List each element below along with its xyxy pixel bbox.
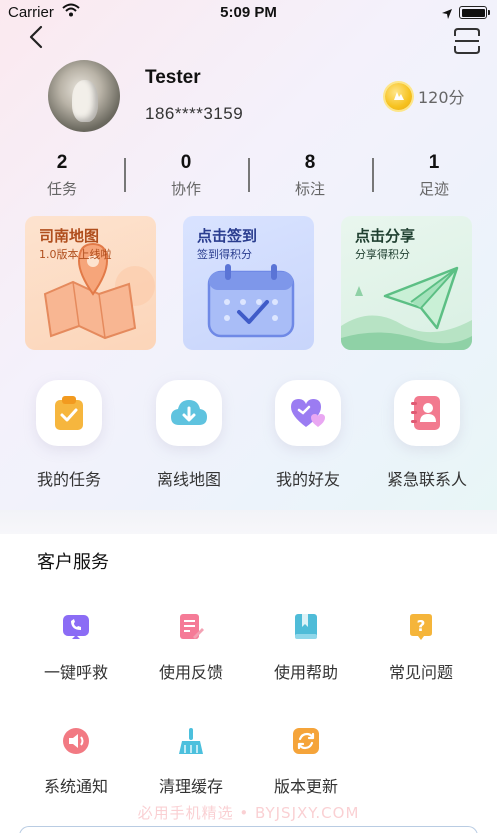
svc-faq[interactable]: ? 常见问题 [364,612,478,683]
broom-icon [176,726,206,756]
watermark: 必用手机精选 • BYJSJXY.COM [137,804,360,822]
stat-value: 0 [180,152,192,173]
service-label: 常见问题 [388,663,453,682]
cloud-download-icon [156,380,222,446]
quick-my-tasks[interactable]: 我的任务 [13,380,125,490]
battery-icon [459,6,490,19]
card-subtitle: 签到得积分 [197,248,252,261]
quick-label: 紧急联系人 [386,470,467,489]
card-subtitle: 1.0版本上线啦 [39,248,112,261]
svc-version-update[interactable]: 版本更新 [249,726,363,797]
phone-icon [61,612,91,642]
heart-icon [275,380,341,446]
quick-label: 离线地图 [156,470,221,489]
refresh-icon [291,726,321,756]
service-label: 版本更新 [273,777,338,796]
checkin-card[interactable]: 点击签到 签到得积分 [183,216,314,350]
svc-system-notice[interactable]: 系统通知 [19,726,133,797]
card-subtitle: 分享得积分 [355,248,410,261]
speaker-icon [61,726,91,756]
service-label: 清理缓存 [158,777,223,796]
contact-book-icon [394,380,460,446]
stat-label: 任务 [46,180,77,198]
card-title: 司南地图 [39,227,100,245]
points-badge[interactable]: 120分 [385,82,465,110]
stat-marks[interactable]: 8 标注 [248,152,372,199]
section-divider [0,510,497,534]
clipboard-icon [36,380,102,446]
location-arrow-icon [441,6,453,24]
clock: 5:09 PM [220,4,277,21]
stat-value: 2 [56,152,68,173]
quick-label: 我的任务 [36,470,101,489]
svc-emergency-call[interactable]: 一键呼救 [19,612,133,683]
service-label: 系统通知 [43,777,108,796]
stat-tasks[interactable]: 2 任务 [0,152,124,199]
card-title: 点击签到 [197,227,258,245]
stats-row: 2 任务 0 协作 8 标注 1 足迹 [0,152,497,202]
stat-value: 8 [304,152,316,173]
stat-collab[interactable]: 0 协作 [124,152,248,199]
quick-label: 我的好友 [275,470,340,489]
stat-label: 足迹 [418,180,449,198]
service-label: 使用反馈 [158,663,223,682]
svg-text:?: ? [417,617,426,635]
points-value: 120分 [418,88,465,107]
service-label: 一键呼救 [43,663,108,682]
coin-icon [385,82,412,110]
share-card[interactable]: 点击分享 分享得积分 [341,216,472,350]
feedback-icon [176,612,206,642]
stat-label: 协作 [170,180,201,198]
question-icon: ? [406,612,436,642]
quick-my-friends[interactable]: 我的好友 [252,380,364,490]
scan-icon[interactable] [452,26,482,56]
book-icon [291,612,321,642]
service-label: 使用帮助 [273,663,338,682]
username: Tester [145,67,201,88]
status-bar: Carrier 5:09 PM [0,0,497,26]
bottom-panel-edge [19,826,478,833]
svc-help[interactable]: 使用帮助 [249,612,363,683]
map-promo-card[interactable]: 司南地图 1.0版本上线啦 [25,216,156,350]
avatar[interactable] [48,60,120,132]
stat-label: 标注 [294,180,325,198]
service-title: 客户服务 [37,552,109,573]
quick-emergency-contact[interactable]: 紧急联系人 [371,380,483,490]
svc-clear-cache[interactable]: 清理缓存 [134,726,248,797]
stat-footprint[interactable]: 1 足迹 [372,152,496,199]
card-title: 点击分享 [355,227,416,245]
stat-value: 1 [428,152,440,173]
svc-feedback[interactable]: 使用反馈 [134,612,248,683]
back-arrow-icon[interactable] [24,24,50,50]
quick-offline-map[interactable]: 离线地图 [133,380,245,490]
phone-number: 186****3159 [145,104,244,123]
